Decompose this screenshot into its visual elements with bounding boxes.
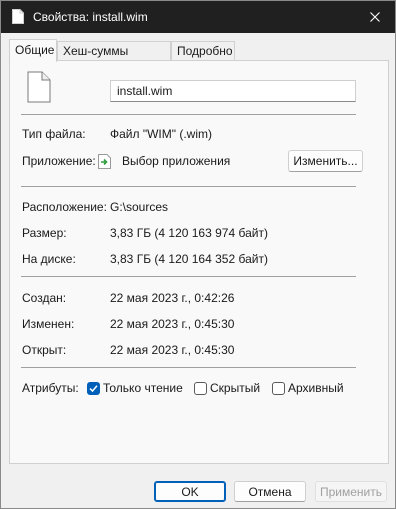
modified-value: 22 мая 2023 г., 0:45:30 <box>110 317 235 331</box>
tab-strip: Общие Хеш-суммы файлов Подробно <box>9 39 389 76</box>
hidden-label[interactable]: Скрытый <box>210 381 260 395</box>
hidden-checkbox[interactable] <box>194 382 207 395</box>
location-label: Расположение: <box>22 200 107 214</box>
opened-value: 22 мая 2023 г., 0:45:30 <box>110 343 235 357</box>
ok-button[interactable]: OK <box>154 481 226 502</box>
created-label: Создан: <box>22 291 67 305</box>
readonly-checkbox[interactable] <box>87 382 100 395</box>
location-value: G:\sources <box>110 200 169 214</box>
choose-app-icon <box>98 154 111 169</box>
attributes-row: Атрибуты: Только чтение Скрытый Архивный <box>22 381 382 397</box>
cancel-button[interactable]: Отмена <box>234 481 306 502</box>
created-value: 22 мая 2023 г., 0:42:26 <box>110 291 235 305</box>
title-bar[interactable]: Свойства: install.wim <box>1 1 395 33</box>
file-icon <box>27 71 51 103</box>
separator <box>21 276 356 277</box>
file-name-input[interactable] <box>110 80 356 102</box>
tab-file-hashes[interactable]: Хеш-суммы файлов <box>57 41 171 76</box>
change-app-button[interactable]: Изменить... <box>288 150 363 172</box>
disk-size-value: 3,83 ГБ (4 120 164 352 байт) <box>110 252 268 266</box>
properties-window: Свойства: install.wim Общие Хеш-суммы фа… <box>0 0 396 509</box>
modified-label: Изменен: <box>22 317 75 331</box>
separator <box>21 367 356 368</box>
general-panel: Тип файла: Файл "WIM" (.wim) Приложение:… <box>9 60 389 464</box>
attributes-label: Атрибуты: <box>22 381 79 395</box>
window-title: Свойства: install.wim <box>33 10 148 24</box>
close-icon <box>370 12 380 22</box>
close-button[interactable] <box>355 1 395 33</box>
apply-button[interactable]: Применить <box>315 481 387 502</box>
tab-details[interactable]: Подробно <box>171 41 235 61</box>
tab-general[interactable]: Общие <box>9 39 57 62</box>
app-label: Приложение: <box>22 154 96 168</box>
size-value: 3,83 ГБ (4 120 163 974 байт) <box>110 226 268 240</box>
file-type-value: Файл "WIM" (.wim) <box>110 127 212 141</box>
separator <box>21 114 356 115</box>
file-type-label: Тип файла: <box>22 127 86 141</box>
readonly-label[interactable]: Только чтение <box>103 381 183 395</box>
file-icon-small <box>12 9 24 24</box>
separator <box>21 186 356 187</box>
app-value: Выбор приложения <box>122 154 231 168</box>
disk-size-label: На диске: <box>22 252 76 266</box>
checkmark-icon <box>89 385 98 393</box>
archive-checkbox[interactable] <box>272 382 285 395</box>
archive-label[interactable]: Архивный <box>288 381 344 395</box>
opened-label: Открыт: <box>22 343 67 357</box>
size-label: Размер: <box>22 226 67 240</box>
